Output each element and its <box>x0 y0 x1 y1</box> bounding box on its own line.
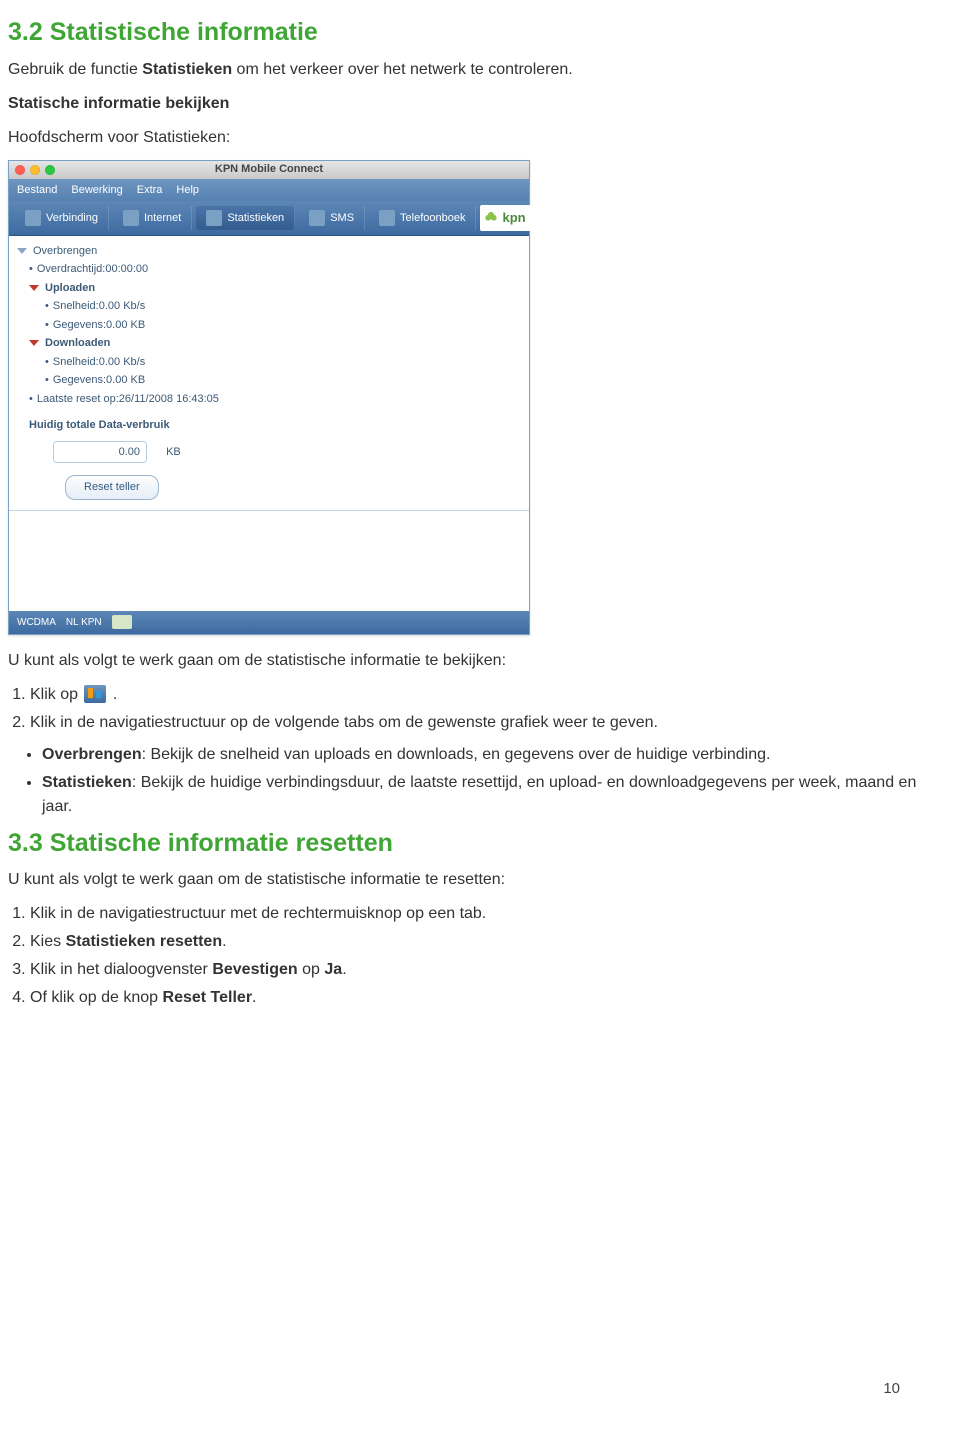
status-operator: NL KPN <box>66 615 102 630</box>
tab-label: SMS <box>330 210 354 227</box>
tree-value: Gegevens:0.00 KB <box>53 372 145 389</box>
text: Klik in het dialoogvenster <box>30 961 212 978</box>
intro-post: om het verkeer over het netwerk te contr… <box>232 61 573 78</box>
tab-internet[interactable]: Internet <box>113 206 192 231</box>
intro-pre: Gebruik de functie <box>8 61 142 78</box>
step-2: Kies Statistieken resetten. <box>30 930 930 954</box>
chart-icon <box>206 210 222 226</box>
bullet-bold: Overbrengen <box>42 746 142 763</box>
menu-help[interactable]: Help <box>176 182 199 199</box>
blank-area <box>9 511 529 611</box>
intro-paragraph: Gebruik de functie Statistieken om het v… <box>8 58 930 82</box>
text: . <box>252 989 256 1006</box>
tree-download-data: • Gegevens:0.00 KB <box>17 371 521 390</box>
steps-list-33: Klik in de navigatiestructuur met de rec… <box>8 902 930 1010</box>
bullet-overbrengen: Overbrengen: Bekijk de snelheid van uplo… <box>42 743 930 767</box>
statistieken-icon <box>84 685 106 703</box>
window-title: KPN Mobile Connect <box>9 161 529 178</box>
tab-verbinding[interactable]: Verbinding <box>15 206 109 231</box>
bold-text: Bevestigen <box>212 961 297 978</box>
text: . <box>342 961 346 978</box>
menu-bewerking[interactable]: Bewerking <box>71 182 122 199</box>
step-2: Klik in de navigatiestructuur op de volg… <box>30 711 930 735</box>
page-number: 10 <box>883 1378 900 1401</box>
status-bar: WCDMA NL KPN <box>9 611 529 634</box>
tree-overbrengen[interactable]: Overbrengen <box>17 242 521 261</box>
tab-label: Statistieken <box>227 210 284 227</box>
disclosure-icon[interactable] <box>29 340 39 346</box>
step-1: Klik op . <box>30 683 930 707</box>
total-data-label: Huidig totale Data-verbruik <box>17 416 521 435</box>
tab-statistieken[interactable]: Statistieken <box>196 206 295 231</box>
disclosure-icon[interactable] <box>29 285 39 291</box>
bullet-list-32: Overbrengen: Bekijk de snelheid van uplo… <box>8 743 930 819</box>
tree-value: Laatste reset op:26/11/2008 16:43:05 <box>37 391 219 408</box>
tree-downloaden[interactable]: Downloaden <box>17 334 521 353</box>
steps-list-32: Klik op . Klik in de navigatiestructuur … <box>8 683 930 735</box>
heading-3-2: 3.2 Statistische informatie <box>8 14 930 52</box>
menu-extra[interactable]: Extra <box>137 182 163 199</box>
status-network: WCDMA <box>17 615 56 630</box>
step-1: Klik in de navigatiestructuur met de rec… <box>30 902 930 926</box>
total-data-value: 0.00 <box>53 441 147 464</box>
tree-value: Gegevens:0.00 KB <box>53 317 145 334</box>
tab-bar: Verbinding Internet Statistieken SMS Tel… <box>9 201 529 236</box>
reset-teller-button[interactable]: Reset teller <box>65 475 159 500</box>
text: Of klik op de knop <box>30 989 163 1006</box>
tab-label: Verbinding <box>46 210 98 227</box>
bullet-bold: Statistieken <box>42 774 132 791</box>
tree-download-speed: • Snelheid:0.00 Kb/s <box>17 353 521 372</box>
text: . <box>222 933 226 950</box>
statistics-tree: Overbrengen • Overdrachtijd:00:00:00 Upl… <box>9 236 529 511</box>
bullet-rest: : Bekijk de snelheid van uploads en down… <box>142 746 771 763</box>
person-icon <box>379 210 395 226</box>
envelope-icon <box>309 210 325 226</box>
bold-text: Statistieken resetten <box>66 933 223 950</box>
after-screenshot-text: U kunt als volgt te werk gaan om de stat… <box>8 649 930 673</box>
disclosure-icon[interactable] <box>17 248 27 254</box>
bullet-statistieken: Statistieken: Bekijk de huidige verbindi… <box>42 771 930 819</box>
window-titlebar: KPN Mobile Connect <box>9 161 529 179</box>
connection-icon <box>25 210 41 226</box>
tree-value: Snelheid:0.00 Kb/s <box>53 298 145 315</box>
tab-label: Internet <box>144 210 181 227</box>
heading-3-3: 3.3 Statische informatie resetten <box>8 825 930 863</box>
intro-33: U kunt als volgt te werk gaan om de stat… <box>8 868 930 892</box>
bullet-rest: : Bekijk de huidige verbindingsduur, de … <box>42 774 916 815</box>
intro-bold: Statistieken <box>142 61 232 78</box>
tree-uploaden[interactable]: Uploaden <box>17 279 521 298</box>
step-3: Klik in het dialoogvenster Bevestigen op… <box>30 958 930 982</box>
tree-upload-data: • Gegevens:0.00 KB <box>17 316 521 335</box>
subheading-caption: Hoofdscherm voor Statistieken: <box>8 126 930 150</box>
globe-icon <box>123 210 139 226</box>
tree-label: Downloaden <box>45 335 110 352</box>
tree-value: Snelheid:0.00 Kb/s <box>53 354 145 371</box>
tree-label: Uploaden <box>45 280 95 297</box>
tree-last-reset: • Laatste reset op:26/11/2008 16:43:05 <box>17 390 521 409</box>
tree-label: Overbrengen <box>33 243 97 260</box>
menu-bestand[interactable]: Bestand <box>17 182 57 199</box>
tab-telefoonboek[interactable]: Telefoonboek <box>369 206 476 231</box>
step-4: Of klik op de knop Reset Teller. <box>30 986 930 1010</box>
total-data-unit: KB <box>166 446 181 458</box>
step1-post: . <box>108 686 117 703</box>
text: Kies <box>30 933 66 950</box>
kpn-logo: kpn <box>480 205 535 231</box>
status-indicator-icon <box>112 615 132 629</box>
tab-sms[interactable]: SMS <box>299 206 365 231</box>
text: op <box>298 961 325 978</box>
subheading: Statische informatie bekijken <box>8 92 930 116</box>
tree-overdrachtijd: • Overdrachtijd:00:00:00 <box>17 260 521 279</box>
bold-text: Ja <box>324 961 342 978</box>
tree-value: Overdrachtijd:00:00:00 <box>37 261 148 278</box>
menu-bar: Bestand Bewerking Extra Help <box>9 179 529 202</box>
tree-upload-speed: • Snelheid:0.00 Kb/s <box>17 297 521 316</box>
tab-label: Telefoonboek <box>400 210 465 227</box>
step1-pre: Klik op <box>30 686 82 703</box>
embedded-screenshot: KPN Mobile Connect Bestand Bewerking Ext… <box>8 160 530 635</box>
bold-text: Reset Teller <box>163 989 253 1006</box>
